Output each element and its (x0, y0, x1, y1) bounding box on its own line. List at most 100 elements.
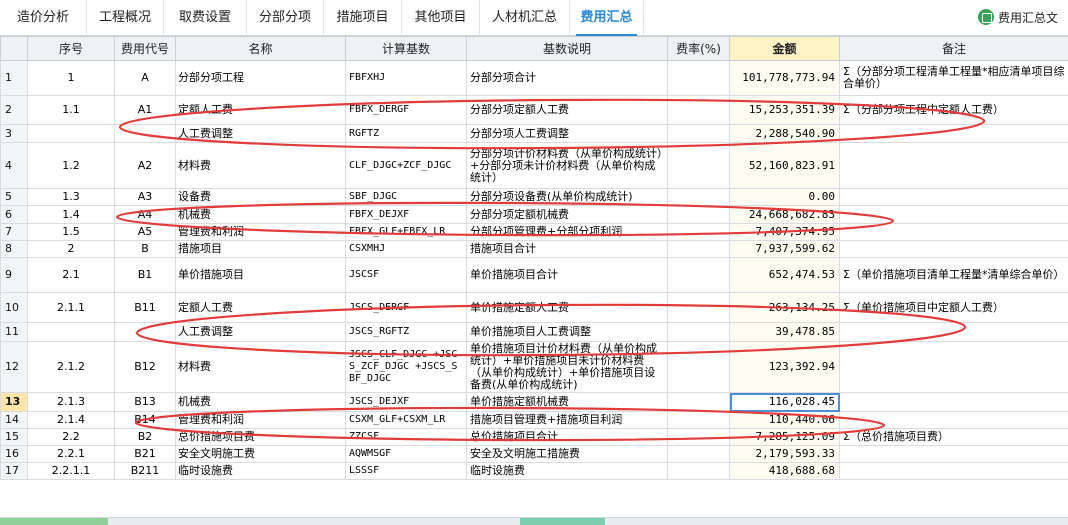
base-desc-cell[interactable]: 分部分项定额人工费 (466, 95, 668, 125)
name-cell[interactable]: 人工费调整 (175, 124, 346, 143)
base-cell[interactable]: JSCS_CLF_DJGC +JSCS_ZCF_DJGC +JSCS_SBF_D… (345, 341, 467, 393)
rate-cell[interactable] (667, 205, 730, 224)
base-desc-cell[interactable]: 措施项目合计 (466, 240, 668, 258)
base-desc-cell[interactable]: 安全及文明施工措施费 (466, 445, 668, 463)
table-row[interactable]: 8 2 B 措施项目 CSXMHJ 措施项目合计 7,937,599.62 (0, 240, 1068, 258)
base-desc-cell[interactable]: 单价措施定额人工费 (466, 292, 668, 323)
column-header-amount[interactable]: 金额 (729, 36, 840, 61)
remark-cell[interactable] (839, 322, 1068, 342)
base-cell[interactable]: RGFTZ (345, 124, 467, 143)
code-cell[interactable] (114, 322, 176, 342)
base-cell[interactable]: LSSSF (345, 462, 467, 480)
rate-cell[interactable] (667, 411, 730, 429)
seq-cell[interactable] (27, 322, 115, 342)
code-cell[interactable]: B12 (114, 341, 176, 393)
code-cell[interactable]: B2 (114, 428, 176, 446)
base-desc-cell[interactable]: 单价措施项目人工费调整 (466, 322, 668, 342)
base-desc-cell[interactable]: 分部分项设备费(从单价构成统计) (466, 188, 668, 206)
rate-cell[interactable] (667, 142, 730, 189)
rate-cell[interactable] (667, 341, 730, 393)
name-cell[interactable]: 人工费调整 (175, 322, 346, 342)
amount-cell[interactable]: 7,285,125.09 (729, 428, 840, 446)
column-header-code[interactable]: 费用代号 (114, 36, 176, 61)
name-cell[interactable]: 单价措施项目 (175, 257, 346, 293)
base-cell[interactable]: JSCSF (345, 257, 467, 293)
seq-cell[interactable]: 2.1.3 (27, 392, 115, 412)
code-cell[interactable]: B1 (114, 257, 176, 293)
table-row[interactable]: 6 1.4 A4 机械费 FBFX_DEJXF 分部分项定额机械费 24,668,682.8… (0, 205, 1068, 224)
code-cell[interactable]: A4 (114, 205, 176, 224)
name-cell[interactable]: 总价措施项目费 (175, 428, 346, 446)
table-row[interactable]: 14 2.1.4 B14 管理费和利润 CSXM_GLF+CSXM_LR 措施项目管理费+… (0, 411, 1068, 429)
table-row[interactable]: 1 1 A 分部分项工程 FBFXHJ 分部分项合计 101,778,773.94 Σ（分部分… (0, 60, 1068, 96)
table-row[interactable]: 3 人工费调整 RGFTZ 分部分项人工费调整 2,288,540.90 (0, 124, 1068, 143)
name-cell[interactable]: 临时设施费 (175, 462, 346, 480)
remark-cell[interactable]: Σ（分部分项工程清单工程量*相应清单项目综合单价） (839, 60, 1068, 96)
remark-cell[interactable] (839, 462, 1068, 480)
amount-cell[interactable]: 101,778,773.94 (729, 60, 840, 96)
base-desc-cell[interactable]: 单价措施定额机械费 (466, 392, 668, 412)
remark-cell[interactable] (839, 124, 1068, 143)
seq-cell[interactable]: 1 (27, 60, 115, 96)
code-cell[interactable]: B (114, 240, 176, 258)
name-cell[interactable]: 机械费 (175, 205, 346, 224)
base-cell[interactable]: CLF_DJGC+ZCF_DJGC (345, 142, 467, 189)
rate-cell[interactable] (667, 95, 730, 125)
amount-cell[interactable]: 110,440.06 (729, 411, 840, 429)
cost-summary-doc-button[interactable]: 费用汇总文 (978, 7, 1058, 29)
table-row[interactable]: 12 2.1.2 B12 材料费 JSCS_CLF_DJGC +JSCS_ZCF_DJG… (0, 341, 1068, 393)
seq-cell[interactable]: 1.4 (27, 205, 115, 224)
code-cell[interactable]: A5 (114, 223, 176, 241)
base-cell[interactable]: CSXM_GLF+CSXM_LR (345, 411, 467, 429)
column-header-rate[interactable]: 费率(%) (667, 36, 730, 61)
seq-cell[interactable]: 1.3 (27, 188, 115, 206)
rate-cell[interactable] (667, 188, 730, 206)
bottom-left-panel-tab[interactable] (0, 518, 108, 525)
base-cell[interactable]: ZZCSF (345, 428, 467, 446)
base-desc-cell[interactable]: 临时设施费 (466, 462, 668, 480)
column-header-base-desc[interactable]: 基数说明 (466, 36, 668, 61)
base-cell[interactable]: JSCS_RGFTZ (345, 322, 467, 342)
tab-2[interactable]: 工程概况 (87, 0, 164, 36)
base-cell[interactable]: FBFXHJ (345, 60, 467, 96)
base-cell[interactable]: JSCS_DEJXF (345, 392, 467, 412)
rate-cell[interactable] (667, 392, 730, 412)
name-cell[interactable]: 措施项目 (175, 240, 346, 258)
remark-cell[interactable]: Σ（单价措施项目中定额人工费） (839, 292, 1068, 323)
tab-6[interactable]: 其他项目 (402, 0, 480, 36)
name-cell[interactable]: 设备费 (175, 188, 346, 206)
seq-cell[interactable]: 1.1 (27, 95, 115, 125)
rate-cell[interactable] (667, 60, 730, 96)
code-cell[interactable]: B211 (114, 462, 176, 480)
amount-cell[interactable]: 7,407,374.95 (729, 223, 840, 241)
base-cell[interactable]: CSXMHJ (345, 240, 467, 258)
code-cell[interactable]: A (114, 60, 176, 96)
rate-cell[interactable] (667, 292, 730, 323)
seq-cell[interactable]: 2.2.1 (27, 445, 115, 463)
seq-cell[interactable]: 2.2.1.1 (27, 462, 115, 480)
base-desc-cell[interactable]: 单价措施项目合计 (466, 257, 668, 293)
rate-cell[interactable] (667, 428, 730, 446)
rate-cell[interactable] (667, 240, 730, 258)
base-desc-cell[interactable]: 总价措施项目合计 (466, 428, 668, 446)
rate-cell[interactable] (667, 445, 730, 463)
column-header-name[interactable]: 名称 (175, 36, 346, 61)
amount-cell[interactable]: 2,288,540.90 (729, 124, 840, 143)
amount-cell[interactable]: 116,028.45 (729, 392, 840, 412)
base-cell[interactable]: FBFX_GLF+FBFX_LR (345, 223, 467, 241)
name-cell[interactable]: 安全文明施工费 (175, 445, 346, 463)
remark-cell[interactable] (839, 188, 1068, 206)
base-desc-cell[interactable]: 措施项目管理费+措施项目利润 (466, 411, 668, 429)
remark-cell[interactable] (839, 341, 1068, 393)
amount-cell[interactable]: 0.00 (729, 188, 840, 206)
base-cell[interactable]: JSCS_DERGF (345, 292, 467, 323)
seq-cell[interactable]: 2.1.4 (27, 411, 115, 429)
amount-cell[interactable]: 123,392.94 (729, 341, 840, 393)
remark-cell[interactable] (839, 445, 1068, 463)
remark-cell[interactable]: Σ（分部分项工程中定额人工费） (839, 95, 1068, 125)
amount-cell[interactable]: 24,668,682.83 (729, 205, 840, 224)
table-row[interactable]: 4 1.2 A2 材料费 CLF_DJGC+ZCF_DJGC 分部分项计价材料费（从单价构… (0, 142, 1068, 189)
table-row[interactable]: 17 2.2.1.1 B211 临时设施费 LSSSF 临时设施费 418,688.68 (0, 462, 1068, 480)
table-row[interactable]: 16 2.2.1 B21 安全文明施工费 AQWMSGF 安全及文明施工措施费 2,179,… (0, 445, 1068, 463)
rate-cell[interactable] (667, 462, 730, 480)
